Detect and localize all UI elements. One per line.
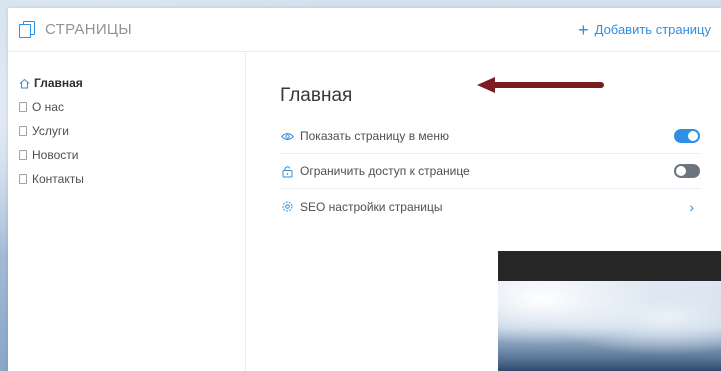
sidebar-item-home[interactable]: Главная (19, 71, 245, 95)
pages-sidebar: Главная О нас Услуги Новости Контакты (8, 53, 246, 371)
eye-icon (280, 129, 294, 143)
sidebar-item-about[interactable]: О нас (19, 95, 245, 119)
sidebar-item-label: О нас (32, 100, 64, 114)
panel-header: СТРАНИЦЫ + Добавить страницу (8, 8, 721, 52)
restrict-access-label: Ограничить доступ к странице (300, 164, 470, 178)
show-in-menu-toggle[interactable] (674, 129, 700, 143)
seo-settings-label: SEO настройки страницы (300, 199, 443, 214)
sidebar-item-services[interactable]: Услуги (19, 119, 245, 143)
sidebar-item-label: Контакты (32, 172, 84, 186)
header-title-group: СТРАНИЦЫ (8, 20, 132, 39)
page-icon (19, 102, 27, 112)
sidebar-item-label: Главная (34, 76, 83, 90)
page-icon (19, 174, 27, 184)
sidebar-item-contacts[interactable]: Контакты (19, 167, 245, 191)
preview-header-bar (498, 251, 721, 281)
page-title: СТРАНИЦЫ (45, 21, 132, 38)
page-icon (19, 150, 27, 160)
show-in-menu-row: Показать страницу в меню (280, 119, 700, 154)
gear-icon (280, 200, 294, 214)
preview-image (498, 281, 721, 371)
lock-icon (280, 164, 294, 178)
show-in-menu-label: Показать страницу в меню (300, 129, 449, 143)
sidebar-item-label: Услуги (32, 124, 69, 138)
add-page-button[interactable]: + Добавить страницу (578, 21, 711, 39)
sidebar-item-news[interactable]: Новости (19, 143, 245, 167)
home-icon (19, 78, 30, 89)
settings-list: Показать страницу в меню Ограничить дост… (280, 119, 700, 224)
plus-icon: + (578, 19, 589, 40)
sidebar-item-label: Новости (32, 148, 79, 162)
annotation-arrow (477, 77, 604, 93)
page-icon (19, 126, 27, 136)
chevron-right-icon[interactable]: › (689, 199, 694, 215)
site-preview-thumbnail (498, 251, 721, 371)
page-heading: Главная (280, 85, 353, 106)
pages-icon (19, 20, 37, 39)
add-page-label: Добавить страницу (594, 22, 711, 37)
restrict-access-row: Ограничить доступ к странице (280, 154, 700, 189)
restrict-access-toggle[interactable] (674, 164, 700, 178)
seo-settings-row[interactable]: SEO настройки страницы › (280, 189, 700, 224)
